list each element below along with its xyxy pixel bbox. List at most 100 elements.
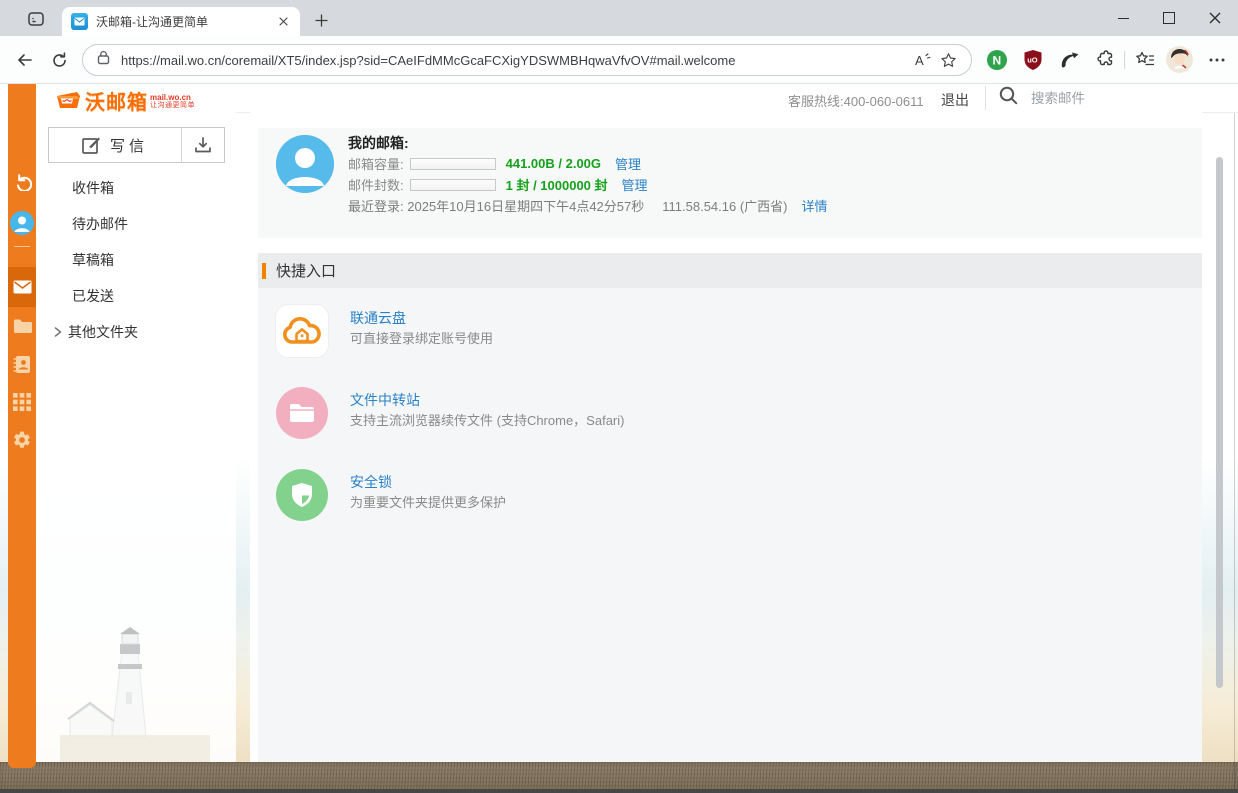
sidebar-item-inbox[interactable]: 收件箱	[36, 170, 236, 206]
active-tab[interactable]: 沃邮箱-让沟通更简单	[62, 7, 300, 36]
address-bar[interactable]: A	[82, 44, 972, 76]
fetch-mail-icon	[194, 136, 212, 154]
browser-profile-avatar[interactable]	[1166, 46, 1193, 73]
read-aloud-icon[interactable]: A	[909, 47, 935, 73]
shortcut-desc: 可直接登录绑定账号使用	[350, 329, 493, 348]
shortcut-name[interactable]: 安全锁	[350, 473, 506, 492]
header-divider	[985, 86, 986, 110]
mailbox-logo-icon	[55, 90, 82, 111]
rail-contacts-icon[interactable]	[8, 352, 36, 376]
url-input[interactable]	[119, 52, 909, 69]
login-details-link[interactable]: 详情	[802, 196, 828, 215]
logo-text: 沃邮箱	[85, 86, 148, 115]
lighthouse-background-image	[60, 622, 210, 762]
shortcut-desc: 支持主流浏览器续传文件 (支持Chrome，Safari)	[350, 411, 624, 430]
file-transfer-icon	[276, 387, 328, 439]
maximize-button[interactable]	[1146, 0, 1192, 36]
shortcuts-list: 联通云盘 可直接登录绑定账号使用 文件中转站 支持主流浏览器续传文件 (支持Ch…	[258, 288, 1202, 762]
background-grass-strip	[0, 762, 1238, 789]
capacity-value: 441.00B / 2.00G	[506, 156, 601, 171]
rail-folder-icon[interactable]	[8, 314, 36, 338]
compose-label: 写信	[110, 135, 148, 156]
lock-icon	[97, 50, 110, 70]
sidebar-item-sent[interactable]: 已发送	[36, 278, 236, 314]
new-tab-icon[interactable]	[310, 9, 332, 31]
search-icon	[998, 85, 1019, 111]
folder-label: 待办邮件	[72, 214, 128, 234]
browser-tab-bar: 沃邮箱-让沟通更简单	[0, 0, 1238, 36]
sidebar-item-todo[interactable]: 待办邮件	[36, 206, 236, 242]
shortcut-cloud-drive[interactable]: 联通云盘 可直接登录绑定账号使用	[276, 305, 1202, 357]
folder-label: 草稿箱	[72, 250, 114, 270]
chevron-right-icon	[54, 327, 62, 337]
back-icon[interactable]	[10, 45, 40, 75]
capacity-label: 邮箱容量:	[348, 154, 404, 173]
tab-close-icon[interactable]	[275, 14, 291, 30]
main-content: 我的邮箱: 邮箱容量: 441.00B / 2.00G 管理 邮件封数: 1 封…	[250, 112, 1202, 762]
window-controls	[1100, 0, 1238, 36]
page-scrollbar-thumb[interactable]	[1216, 157, 1223, 688]
last-login-value: 2025年10月16日星期四下午4点42分57秒	[407, 196, 644, 215]
shortcut-security-lock[interactable]: 安全锁 为重要文件夹提供更多保护	[276, 469, 1202, 521]
rail-mail-icon[interactable]	[8, 275, 36, 299]
section-accent-bar	[262, 263, 266, 279]
shortcut-name[interactable]: 联通云盘	[350, 309, 493, 328]
compose-button-group: 写信	[48, 127, 225, 163]
tab-title: 沃邮箱-让沟通更简单	[96, 13, 275, 30]
rail-settings-gear-icon[interactable]	[8, 428, 36, 452]
svg-text:A: A	[915, 53, 924, 68]
compose-pencil-icon	[82, 136, 101, 155]
folder-label: 已发送	[72, 286, 114, 306]
search-input[interactable]	[1029, 90, 1213, 107]
logo-slogan: 让沟通更简单	[150, 102, 195, 110]
browser-more-icon[interactable]	[1204, 47, 1230, 73]
collections-hub-icon[interactable]	[1132, 47, 1158, 73]
rail-apps-grid-icon[interactable]	[8, 390, 36, 414]
shortcut-desc: 为重要文件夹提供更多保护	[350, 493, 506, 512]
wo-mail-logo[interactable]: 沃邮箱 mail.wo.cn 让沟通更简单	[55, 86, 195, 115]
rail-divider	[14, 246, 30, 247]
capacity-manage-link[interactable]: 管理	[615, 154, 641, 173]
search-box	[998, 85, 1213, 111]
left-nav-rail	[8, 84, 36, 768]
minimize-button[interactable]	[1100, 0, 1146, 36]
extension-undo-swoosh-icon[interactable]	[1056, 47, 1082, 73]
shortcut-name[interactable]: 文件中转站	[350, 391, 624, 410]
logo-domain: mail.wo.cn	[150, 93, 195, 102]
extensions-puzzle-icon[interactable]	[1092, 47, 1118, 73]
sidebar-item-drafts[interactable]: 草稿箱	[36, 242, 236, 278]
favorite-star-icon[interactable]	[935, 47, 961, 73]
browser-toolbar: A N uO	[0, 36, 1238, 84]
rail-user-avatar-icon[interactable]	[8, 211, 36, 235]
count-label: 邮件封数:	[348, 175, 404, 194]
extension-n-icon[interactable]: N	[984, 47, 1010, 73]
sidebar-item-other-folders[interactable]: 其他文件夹	[36, 314, 236, 350]
close-button[interactable]	[1192, 0, 1238, 36]
svg-text:N: N	[993, 54, 1002, 68]
shortcut-file-transfer[interactable]: 文件中转站 支持主流浏览器续传文件 (支持Chrome，Safari)	[276, 387, 1202, 439]
extension-ublock-icon[interactable]: uO	[1020, 47, 1046, 73]
shortcuts-title: 快捷入口	[276, 260, 336, 281]
rail-back-icon[interactable]	[8, 170, 36, 194]
mail-sidebar: 写信 收件箱 待办邮件 草稿箱 已发送 其他文件夹	[36, 112, 236, 762]
toolbar-divider	[1124, 51, 1125, 69]
security-lock-icon	[276, 469, 328, 521]
hotline-text: 客服热线:400-060-0611	[788, 91, 924, 110]
logout-button[interactable]: 退出	[941, 90, 969, 110]
window-right-edge	[1234, 84, 1235, 789]
last-login-label: 最近登录:	[348, 196, 404, 215]
count-progress-bar	[410, 179, 496, 191]
count-manage-link[interactable]: 管理	[622, 175, 648, 194]
refresh-icon[interactable]	[44, 45, 74, 75]
window-bottom-edge	[0, 789, 1238, 793]
tab-actions-menu-icon[interactable]	[24, 7, 48, 31]
folder-list: 收件箱 待办邮件 草稿箱 已发送 其他文件夹	[36, 170, 236, 350]
fetch-mail-button[interactable]	[181, 128, 224, 162]
compose-button[interactable]: 写信	[49, 128, 181, 162]
shortcuts-header: 快捷入口	[258, 253, 1202, 288]
count-value: 1 封 / 1000000 封	[506, 175, 608, 194]
app-header: 沃邮箱 mail.wo.cn 让沟通更简单 客服热线:400-060-0611 …	[36, 84, 1238, 113]
folder-label: 收件箱	[72, 178, 114, 198]
user-avatar[interactable]	[276, 135, 334, 193]
mailbox-title: 我的邮箱:	[348, 134, 828, 153]
